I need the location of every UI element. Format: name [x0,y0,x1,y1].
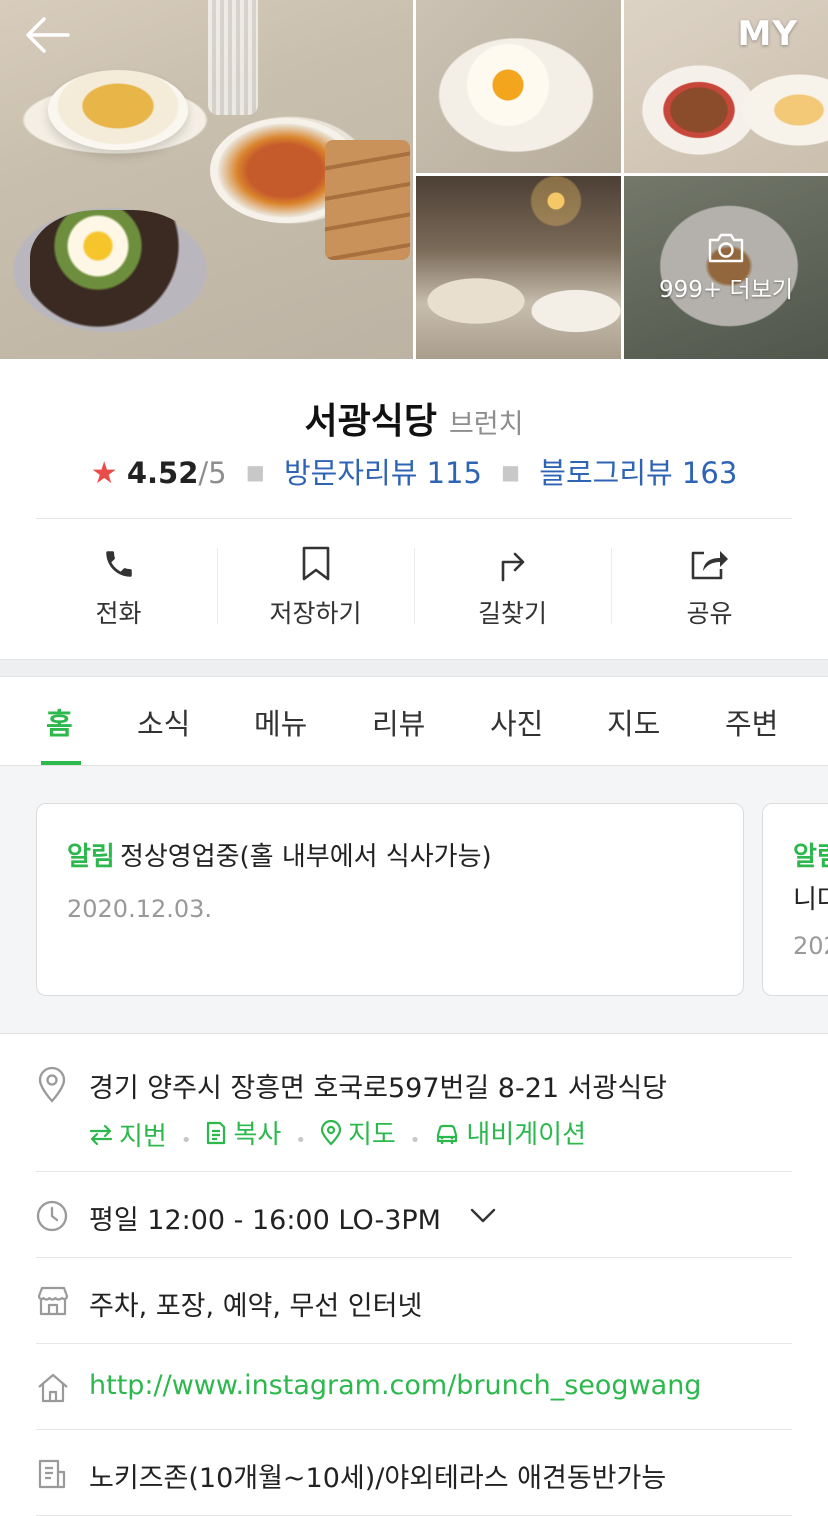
amenities-row: 주차, 포장, 예약, 무선 인터넷 [36,1258,792,1344]
tab-home[interactable]: 홈 [46,701,73,743]
tab-menu[interactable]: 메뉴 [254,701,307,743]
tab-photos[interactable]: 사진 [490,701,543,743]
action-bar: 전화 저장하기 길찾기 공유 [20,540,808,635]
active-tab-indicator [41,761,81,765]
interior-photo[interactable] [416,176,621,359]
store-icon [37,1286,69,1316]
visitor-reviews-link[interactable]: 방문자리뷰 115 [284,456,482,490]
address-row: 경기 양주시 장흥면 호국로597번길 8-21 서광식당 지번 • 복사 • … [36,1034,792,1172]
tab-nearby[interactable]: 주변 [725,701,778,743]
star-icon: ★ [90,456,118,491]
website-link[interactable]: http://www.instagram.com/brunch_seogwang [89,1370,701,1401]
copy-label: 복사 [233,1120,282,1150]
copy-address-link[interactable]: 복사 [205,1114,281,1151]
location-pin-icon [38,1066,66,1103]
photo-bread-detail [325,140,410,260]
notice-carousel[interactable]: 알림 정상영업중(홀 내부에서 식사가능) 2020.12.03. 알림 니다 … [0,766,828,1034]
address-text: 경기 양주시 장흥면 호국로597번길 8-21 서광식당 [89,1073,668,1104]
navigation-link[interactable]: 내비게이션 [434,1114,586,1151]
map-label: 지도 [347,1120,396,1150]
map-link[interactable]: 지도 [320,1114,396,1151]
notice-tag: 알림 [67,842,115,872]
notice-message: 니다 [793,885,828,915]
tab-news[interactable]: 소식 [137,701,190,743]
separator-dot: • [295,1129,306,1151]
tab-bar: 홈 소식 메뉴 리뷰 사진 지도 주변 [0,677,828,766]
section-separator [0,659,828,677]
more-photos-button[interactable]: 999+ 더보기 [624,232,828,304]
place-category: 브런치 [448,409,524,440]
photo-soup-detail [48,70,188,150]
notice-card[interactable]: 알림 정상영업중(홀 내부에서 식사가능) 2020.12.03. [36,803,744,996]
notice-message: 정상영업중(홀 내부에서 식사가능) [119,842,492,872]
rating-outof: /5 [198,456,227,490]
call-label: 전화 [95,599,142,628]
separator-dot: ■ [245,460,265,484]
tab-map[interactable]: 지도 [607,701,660,743]
share-label: 공유 [686,599,733,628]
directions-button[interactable]: 길찾기 [414,540,611,635]
notice-date: 202 [793,932,828,960]
home-icon [38,1373,68,1403]
notice-card[interactable]: 알림 니다 202 [762,803,828,996]
place-title: 서광식당 브런치 [0,392,828,444]
separator-dot: ■ [501,460,521,484]
separator-dot: • [180,1129,192,1151]
divider [36,518,792,519]
photo-gallery[interactable]: MY 999+ 더보기 [0,0,828,359]
my-button[interactable]: MY [738,14,798,54]
hours-row[interactable]: 평일 12:00 - 16:00 LO-3PM [36,1172,792,1258]
document-icon [38,1459,66,1489]
rating-summary: ★ 4.52/5 ■ 방문자리뷰 115 ■ 블로그리뷰 163 [0,450,828,492]
address-actions: 지번 • 복사 • 지도 • 내비게이션 [89,1114,586,1153]
food-photo-2[interactable] [416,0,621,173]
notice-tag: 알림 [793,842,828,872]
swap-icon [89,1124,113,1145]
description-row: 노키즈존(10개월~10세)/야외테라스 애견동반가능 [36,1430,792,1516]
photo-toast-detail [30,210,200,330]
photo-bottle-detail [208,0,258,115]
jibun-label: 지번 [119,1122,167,1152]
phone-icon [105,551,132,577]
car-icon [437,1124,458,1144]
tab-reviews[interactable]: 리뷰 [372,701,425,743]
directions-label: 길찾기 [477,599,547,628]
call-button[interactable]: 전화 [20,540,217,635]
bookmark-icon [302,546,329,581]
website-row: http://www.instagram.com/brunch_seogwang [36,1344,792,1430]
save-label: 저장하기 [269,599,362,628]
directions-icon [501,552,524,582]
back-arrow-icon [26,17,70,53]
share-button[interactable]: 공유 [611,540,808,635]
hours-text: 평일 12:00 - 16:00 LO-3PM [89,1205,441,1236]
copy-icon [207,1121,226,1144]
rating-score: 4.52 [126,456,199,490]
navigation-label: 내비게이션 [466,1120,587,1150]
blog-reviews-link[interactable]: 블로그리뷰 163 [539,456,737,490]
save-button[interactable]: 저장하기 [217,540,414,635]
clock-icon [36,1200,68,1232]
amenities-text: 주차, 포장, 예약, 무선 인터넷 [89,1291,423,1322]
camera-icon [708,233,744,263]
place-name: 서광식당 [304,401,437,442]
share-icon [691,551,728,580]
more-photos-label: 999+ 더보기 [659,277,793,303]
notice-date: 2020.12.03. [67,895,213,923]
description-text: 노키즈존(10개월~10세)/야외테라스 애견동반가능 [89,1463,667,1494]
chevron-down-icon[interactable] [470,1208,496,1224]
back-button[interactable] [24,16,74,56]
jibun-address-link[interactable]: 지번 [89,1116,167,1153]
map-pin-icon [320,1119,342,1146]
separator-dot: • [409,1129,421,1151]
